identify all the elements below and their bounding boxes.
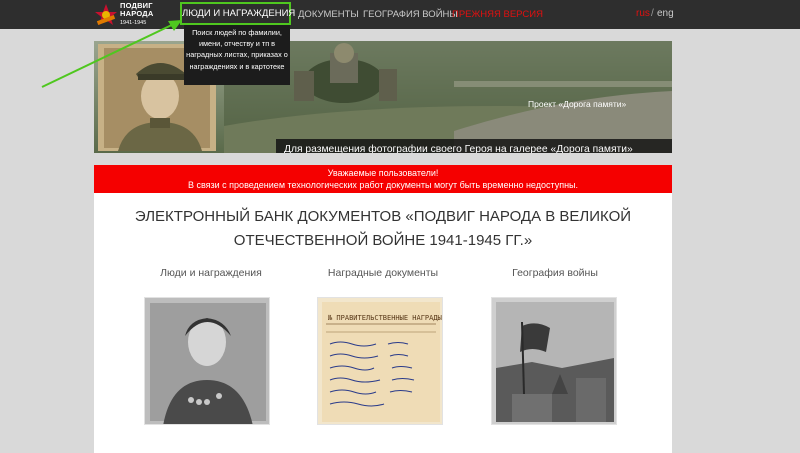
reichstag-flag-image [492, 298, 616, 424]
nav-old-version[interactable]: Прежняя версия [452, 0, 543, 29]
alert-line1: Уважаемые пользователи! [327, 168, 439, 178]
section-label-people[interactable]: Люди и награждения [141, 267, 281, 279]
maintenance-alert: Уважаемые пользователи! В связи с провед… [94, 165, 672, 193]
banner-caption-text: Для размещения фотографии своего Героя н… [284, 144, 633, 153]
nav-tooltip: Поиск людей по фамилии, имени, отчеству … [184, 25, 290, 85]
site-logo[interactable]: ПОДВИГ НАРОДА 1941-1945 [94, 1, 170, 28]
logo-line2: НАРОДА [120, 9, 154, 18]
content-card: Уважаемые пользователи! В связи с провед… [94, 165, 672, 453]
alert-line2: В связи с проведением технологических ра… [187, 180, 579, 190]
banner-project-title: Проект «Дорога памяти» [528, 99, 627, 109]
lang-eng-link[interactable]: eng [657, 8, 674, 19]
woman-portrait-image [145, 298, 269, 424]
section-label-award-docs[interactable]: Наградные документы [313, 267, 453, 279]
section-label-war-geography[interactable]: География войны [485, 267, 625, 279]
logo-title: ПОДВИГ НАРОДА [120, 2, 153, 18]
order-star-icon [95, 4, 117, 25]
people-thumbnail[interactable] [144, 297, 270, 425]
top-navbar: ПОДВИГ НАРОДА 1941-1945 Люди и награжден… [0, 0, 800, 29]
nav-war-geography[interactable]: География войны [363, 0, 458, 29]
nav-people-and-awards[interactable]: Люди и награждения [180, 2, 295, 25]
memory-road-banner[interactable]: Проект «Дорога памяти» Для размещения фо… [94, 41, 672, 153]
award-documents-thumbnail[interactable]: № ПРАВИТЕЛЬСТВЕННЫЕ НАГРАДЫ [317, 297, 443, 425]
nav-documents[interactable]: Документы [298, 0, 359, 29]
doc-header-text: № ПРАВИТЕЛЬСТВЕННЫЕ НАГРАДЫ [327, 314, 442, 322]
award-document-image: № ПРАВИТЕЛЬСТВЕННЫЕ НАГРАДЫ [318, 298, 442, 424]
page-title: ЭЛЕКТРОННЫЙ БАНК ДОКУМЕНТОВ «ПОДВИГ НАРО… [134, 208, 632, 249]
war-geography-thumbnail[interactable] [491, 297, 617, 425]
lang-separator: / [651, 8, 654, 19]
lang-rus-link[interactable]: rus [636, 8, 650, 19]
logo-years: 1941-1945 [120, 20, 147, 26]
